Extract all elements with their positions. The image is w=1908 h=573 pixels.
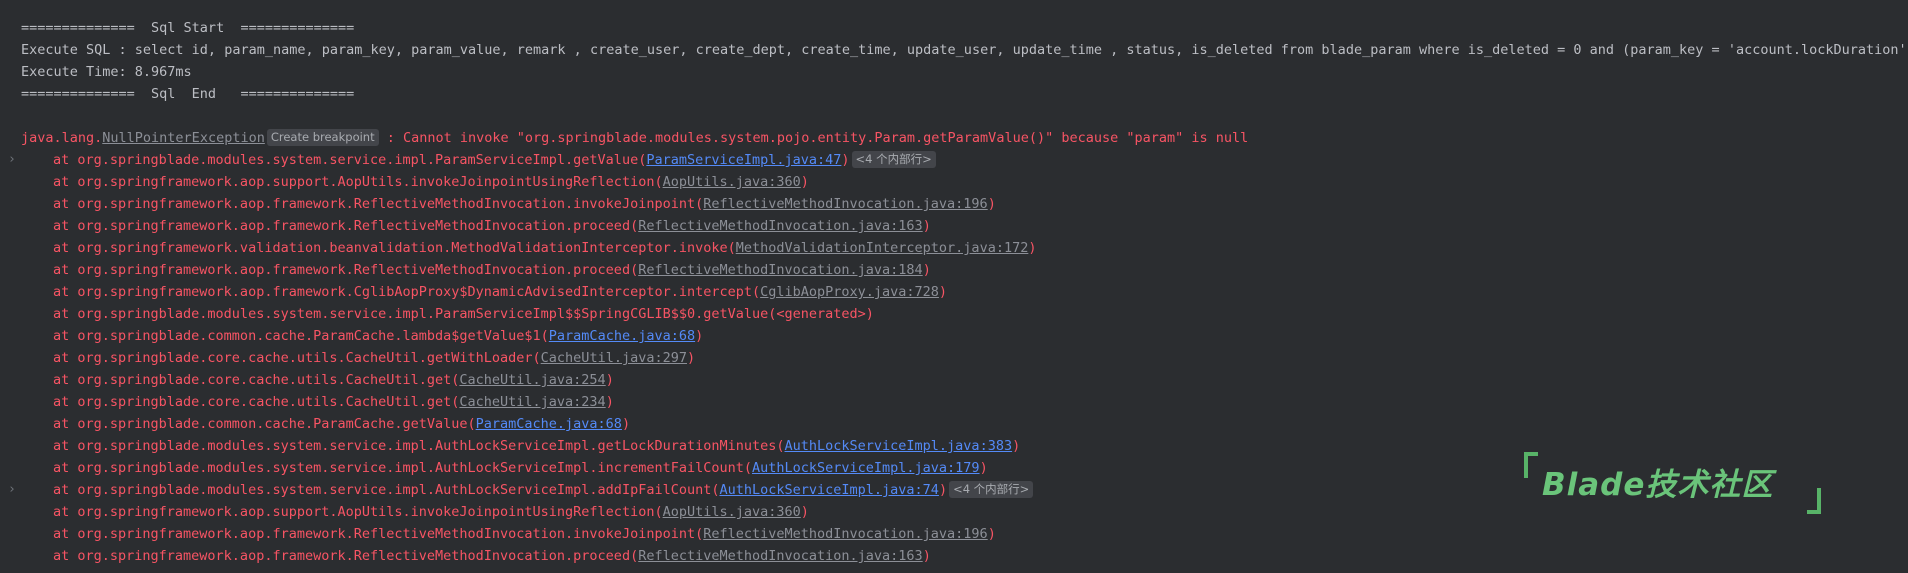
source-file-link[interactable]: ReflectiveMethodInvocation.java:196 [703, 526, 987, 542]
folded-frames-badge[interactable]: <4 个内部行> [949, 481, 1034, 498]
source-file-link[interactable]: AopUtils.java:360 [663, 504, 801, 520]
source-file-link[interactable]: ParamCache.java:68 [549, 328, 695, 344]
source-file-link[interactable]: ParamCache.java:68 [476, 416, 622, 432]
sql-time-line: Execute Time: 8.967ms [21, 64, 192, 80]
stack-frame-line: at org.springframework.aop.framework.Ref… [0, 259, 1908, 281]
source-file-link[interactable]: ReflectiveMethodInvocation.java:184 [638, 262, 922, 278]
stack-frame-method: at org.springblade.core.cache.utils.Cach… [53, 394, 460, 410]
stack-frame-tail: ) [922, 262, 931, 278]
watermark-logo: Blade技术社区 [1524, 452, 1824, 514]
stack-frame-method: at org.springblade.modules.system.servic… [53, 306, 874, 322]
stack-frame-method: at org.springblade.common.cache.ParamCac… [53, 416, 476, 432]
stack-frame-line: at org.springframework.aop.framework.Ref… [0, 523, 1908, 545]
watermark-bracket-right [1807, 488, 1821, 514]
stack-frame-line: at org.springframework.aop.support.AopUt… [0, 171, 1908, 193]
stack-frame-method: at org.springblade.modules.system.servic… [53, 438, 785, 454]
source-file-link[interactable]: AopUtils.java:360 [663, 174, 801, 190]
source-file-link[interactable]: ReflectiveMethodInvocation.java:163 [638, 548, 922, 564]
stack-frame-line: at org.springframework.aop.framework.Ref… [0, 215, 1908, 237]
stack-frame-method: at org.springblade.core.cache.utils.Cach… [53, 350, 541, 366]
stack-frame-tail: ) [987, 196, 996, 212]
stack-frame-tail: ) [979, 460, 988, 476]
stack-frame-tail: ) [1028, 240, 1037, 256]
source-file-link[interactable]: ReflectiveMethodInvocation.java:196 [703, 196, 987, 212]
create-breakpoint-button[interactable]: Create breakpoint [266, 129, 379, 146]
stack-frame-method: at org.springframework.aop.framework.Cgl… [53, 284, 761, 300]
exception-prefix: java.lang. [21, 130, 103, 146]
stack-frame-line: at org.springblade.core.cache.utils.Cach… [0, 391, 1908, 413]
stack-frame-tail: ) [800, 504, 809, 520]
source-file-link[interactable]: AuthLockServiceImpl.java:179 [752, 460, 980, 476]
stack-frame-line: at org.springblade.modules.system.servic… [0, 303, 1908, 325]
chevron-right-icon[interactable]: › [8, 149, 16, 171]
stack-frame-tail: ) [686, 350, 696, 366]
console-output: ============== Sql Start ============== … [0, 0, 1908, 573]
stack-frame-method: at org.springframework.aop.support.AopUt… [53, 174, 663, 190]
exception-message: : Cannot invoke "org.springblade.modules… [378, 130, 1249, 146]
source-file-link[interactable]: ParamServiceImpl.java:47 [646, 152, 841, 168]
stack-frame-method: at org.springblade.core.cache.utils.Cach… [53, 372, 460, 388]
stack-frame-line: at org.springframework.aop.framework.Ref… [0, 193, 1908, 215]
stack-frame-method: at org.springblade.modules.system.servic… [53, 482, 720, 498]
stack-frame-tail: ) [605, 394, 614, 410]
watermark-bracket-left [1524, 452, 1538, 478]
sql-execute-line: Execute SQL : select id, param_name, par… [21, 42, 1908, 58]
source-file-link[interactable]: CacheUtil.java:297 [541, 350, 687, 366]
stack-frame-method: at org.springframework.aop.framework.Ref… [53, 548, 639, 564]
exception-line: java.lang.NullPointerException Create bre… [0, 127, 1908, 149]
stack-frame-tail: ) [1012, 438, 1021, 454]
chevron-right-icon[interactable]: › [8, 479, 16, 501]
source-file-link[interactable]: CglibAopProxy.java:728 [760, 284, 939, 300]
stack-frame-line: at org.springblade.core.cache.utils.Cach… [0, 347, 1908, 369]
stack-frame-line: at org.springframework.aop.framework.Cgl… [0, 281, 1908, 303]
stack-frame-method: at org.springframework.validation.beanva… [53, 240, 736, 256]
source-file-link[interactable]: CacheUtil.java:234 [459, 394, 605, 410]
stack-frame-method: at org.springblade.modules.system.servic… [53, 152, 647, 168]
source-file-link[interactable]: AuthLockServiceImpl.java:74 [719, 482, 938, 498]
source-file-link[interactable]: ReflectiveMethodInvocation.java:163 [638, 218, 922, 234]
stack-frame-tail: ) [922, 218, 931, 234]
sql-start-line: ============== Sql Start ============== [21, 20, 355, 36]
stack-frame-tail: ) [938, 482, 948, 498]
folded-frames-badge[interactable]: <4 个内部行> [851, 151, 936, 168]
stack-frame-line: at org.springblade.core.cache.utils.Cach… [0, 369, 1908, 391]
stack-frame-method: at org.springblade.modules.system.servic… [53, 460, 752, 476]
source-file-link[interactable]: AuthLockServiceImpl.java:383 [785, 438, 1013, 454]
stack-frame-method: at org.springframework.aop.framework.Ref… [53, 262, 639, 278]
stack-frame-tail: ) [621, 416, 631, 432]
stack-frame-tail: ) [922, 548, 931, 564]
stack-frame-line: at org.springblade.common.cache.ParamCac… [0, 325, 1908, 347]
stack-frame-method: at org.springframework.aop.framework.Ref… [53, 526, 704, 542]
exception-class-link[interactable]: NullPointerException [102, 130, 265, 146]
stack-frame-line: at org.springframework.validation.beanva… [0, 237, 1908, 259]
stack-frame-tail: ) [987, 526, 996, 542]
stack-frame-method: at org.springframework.aop.framework.Ref… [53, 196, 704, 212]
source-file-link[interactable]: CacheUtil.java:254 [459, 372, 605, 388]
stack-frame-tail: ) [800, 174, 809, 190]
stack-frame-tail: ) [841, 152, 850, 168]
stack-frame-method: at org.springframework.aop.support.AopUt… [53, 504, 663, 520]
stack-frame-line: at org.springframework.aop.framework.Ref… [0, 545, 1908, 567]
source-file-link[interactable]: MethodValidationInterceptor.java:172 [736, 240, 1029, 256]
watermark-text: Blade技术社区 [1542, 467, 1774, 503]
stack-frame-line: › at org.springblade.modules.system.servi… [0, 149, 1908, 171]
stack-frame-tail: ) [938, 284, 948, 300]
stack-frame-tail: ) [695, 328, 704, 344]
stack-frame-method: at org.springframework.aop.framework.Ref… [53, 218, 639, 234]
stack-frame-tail: ) [605, 372, 614, 388]
sql-end-line: ============== Sql End ============== [21, 86, 355, 102]
stack-frame-method: at org.springblade.common.cache.ParamCac… [53, 328, 549, 344]
stack-frame-line: at org.springblade.common.cache.ParamCac… [0, 413, 1908, 435]
